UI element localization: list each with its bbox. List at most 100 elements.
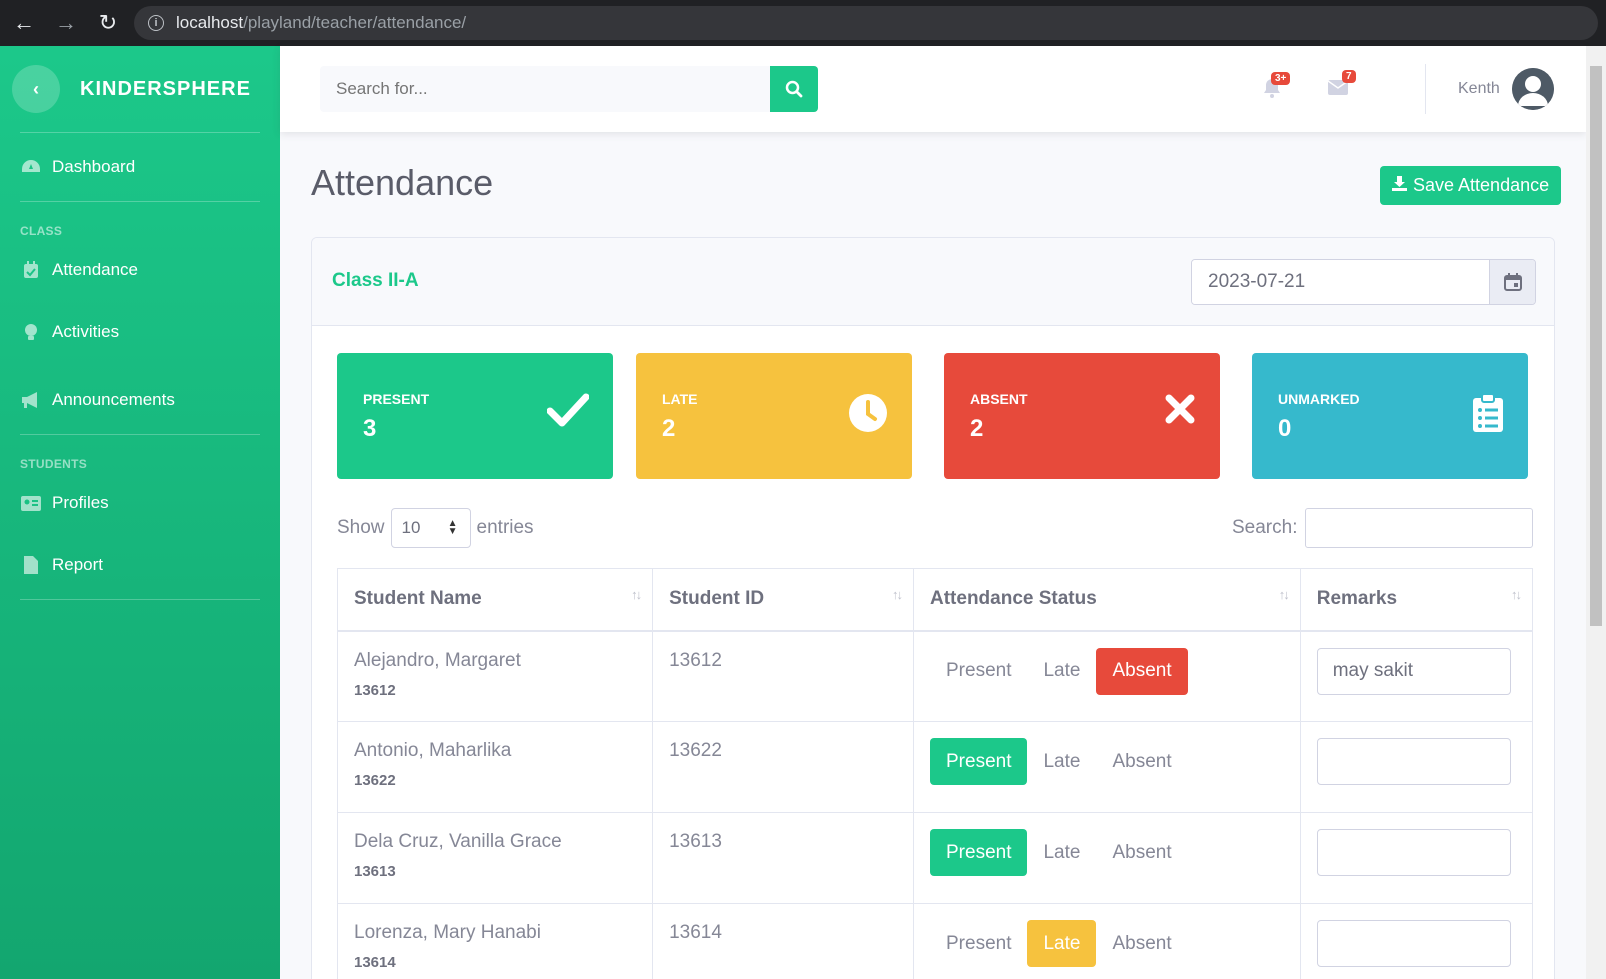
stat-label: PRESENT — [363, 391, 430, 407]
entries-select-value: 10 — [401, 518, 421, 537]
topbar-search — [320, 66, 818, 112]
sort-icon: ↑↓ — [631, 587, 642, 602]
column-header-attendance-status[interactable]: Attendance Status ↑↓ — [913, 568, 1301, 632]
stat-label: ABSENT — [970, 391, 1028, 407]
sidebar-item-profiles[interactable]: Profiles — [0, 475, 280, 531]
times-icon — [1164, 393, 1196, 430]
table-search-input[interactable] — [1305, 508, 1534, 548]
table-header-row: Student Name ↑↓ Student ID ↑↓ Attendance S… — [336, 568, 1534, 632]
address-bar[interactable]: i localhost/playland/teacher/attendance/ — [134, 6, 1598, 40]
page-scrollbar[interactable] — [1586, 46, 1606, 979]
stat-label: LATE — [662, 391, 698, 407]
forward-arrow-icon[interactable]: → — [48, 5, 84, 41]
remarks-cell — [1299, 812, 1534, 904]
status-button-group: Present Late Absent — [930, 738, 1284, 785]
search-button[interactable] — [770, 66, 818, 112]
remarks-cell — [1299, 903, 1534, 979]
sidebar-item-attendance[interactable]: Attendance — [0, 242, 280, 298]
student-name-cell: Antonio, Maharlika 13622 — [336, 721, 654, 813]
status-absent-button[interactable]: Absent — [1096, 647, 1188, 695]
status-present-button[interactable]: Present — [930, 738, 1028, 785]
student-name-cell: Dela Cruz, Vanilla Grace 13613 — [336, 812, 654, 904]
sidebar-item-label: Profiles — [52, 493, 109, 512]
student-name-cell: Lorenza, Mary Hanabi 13614 — [336, 903, 654, 979]
table-search-label: Search: — [1232, 517, 1298, 538]
select-arrows-icon: ▲ ▼ — [447, 518, 458, 537]
remarks-input[interactable] — [1316, 829, 1511, 876]
table-filter: Search: — [1232, 508, 1534, 548]
entries-label: entries — [476, 517, 534, 538]
clipboard-list-icon — [1472, 393, 1504, 438]
status-present-button[interactable]: Present — [930, 829, 1028, 876]
user-name[interactable]: Kenth — [1458, 80, 1500, 98]
attendance-status-cell: Present Late Absent — [913, 630, 1301, 722]
status-absent-button[interactable]: Absent — [1096, 738, 1187, 785]
status-late-button[interactable]: Late — [1027, 738, 1096, 785]
id-card-icon — [20, 495, 42, 511]
scrollbar-thumb[interactable] — [1590, 66, 1602, 626]
status-absent-button[interactable]: Absent — [1096, 920, 1187, 967]
sidebar-item-announcements[interactable]: Announcements — [0, 366, 280, 434]
remarks-cell — [1299, 630, 1534, 722]
sidebar-toggle-button[interactable]: ‹ — [12, 65, 60, 113]
student-name: Lorenza, Mary Hanabi — [354, 922, 541, 943]
sidebar-item-report[interactable]: Report — [0, 531, 280, 599]
calendar-button[interactable] — [1489, 260, 1535, 304]
sidebar-item-label: Attendance — [52, 260, 139, 279]
status-late-button[interactable]: Late — [1027, 648, 1096, 695]
remarks-input[interactable] — [1316, 647, 1511, 695]
url-path: /playland/teacher/attendance/ — [243, 13, 467, 32]
entries-select[interactable]: 10 ▲ ▼ — [390, 508, 471, 548]
remarks-cell — [1299, 721, 1534, 813]
student-id-cell: 13612 — [652, 630, 914, 722]
sidebar-item-dashboard[interactable]: Dashboard — [0, 133, 280, 201]
messages-button[interactable]: 7 — [1327, 70, 1356, 101]
stat-value: 2 — [970, 415, 984, 442]
remarks-input[interactable] — [1316, 738, 1511, 785]
browser-toolbar: ← → ↻ i localhost/playland/teacher/atten… — [0, 0, 1606, 46]
status-present-button[interactable]: Present — [930, 920, 1027, 967]
table-row: Alejandro, Margaret 13612 13612 Present … — [336, 630, 1534, 722]
page-title: Attendance — [311, 162, 494, 203]
reload-icon[interactable]: ↻ — [90, 5, 126, 41]
calendar-check-icon — [20, 261, 42, 279]
sidebar-item-activities[interactable]: Activities — [0, 298, 280, 366]
status-late-button[interactable]: Late — [1027, 829, 1096, 876]
stat-card-unmarked: UNMARKED 0 — [1252, 353, 1528, 479]
sidebar-item-label: Report — [52, 555, 104, 574]
topbar: 3+ 7 Kenth — [280, 46, 1586, 132]
sidebar-heading-class: CLASS — [20, 224, 63, 238]
stat-card-late: LATE 2 — [636, 353, 912, 479]
column-header-remarks[interactable]: Remarks ↑↓ — [1299, 568, 1534, 632]
student-sub-id: 13622 — [354, 772, 396, 789]
sort-icon: ↑↓ — [1278, 587, 1290, 602]
search-input[interactable] — [320, 66, 770, 112]
entries-length-control: Show 10 ▲ ▼ entries — [337, 508, 534, 548]
avatar[interactable] — [1512, 68, 1554, 110]
sidebar-brand[interactable]: ‹ KINDERSPHERE — [0, 46, 280, 132]
column-header-student-name[interactable]: Student Name ↑↓ — [336, 568, 654, 632]
messages-badge: 7 — [1342, 70, 1356, 83]
back-arrow-icon[interactable]: ← — [6, 5, 42, 41]
table-row: Lorenza, Mary Hanabi 13614 13614 Present… — [336, 903, 1534, 979]
brand-name: KINDERSPHERE — [80, 77, 251, 100]
column-header-student-id[interactable]: Student ID ↑↓ — [652, 568, 914, 632]
attendance-status-cell: Present Late Absent — [913, 812, 1301, 904]
sort-icon: ↑↓ — [892, 587, 903, 602]
status-late-button[interactable]: Late — [1027, 920, 1097, 967]
stat-value: 3 — [363, 415, 377, 442]
status-absent-button[interactable]: Absent — [1096, 829, 1187, 876]
status-button-group: Present Late Absent — [930, 920, 1284, 967]
student-name-cell: Alejandro, Margaret 13612 — [336, 630, 654, 722]
student-name: Dela Cruz, Vanilla Grace — [354, 831, 562, 852]
student-sub-id: 13612 — [354, 681, 396, 699]
date-input[interactable] — [1192, 260, 1489, 304]
remarks-input[interactable] — [1316, 920, 1511, 967]
bullhorn-icon — [20, 392, 42, 408]
site-info-icon[interactable]: i — [148, 15, 164, 31]
attendance-card: Class II-A PRESENT 3 LATE 2 ABSENT 2 UNM… — [311, 237, 1555, 979]
status-present-button[interactable]: Present — [930, 648, 1027, 695]
alerts-button[interactable]: 3+ — [1263, 72, 1291, 104]
save-attendance-button[interactable]: Save Attendance — [1380, 166, 1562, 205]
sidebar-item-label: Activities — [52, 322, 120, 341]
